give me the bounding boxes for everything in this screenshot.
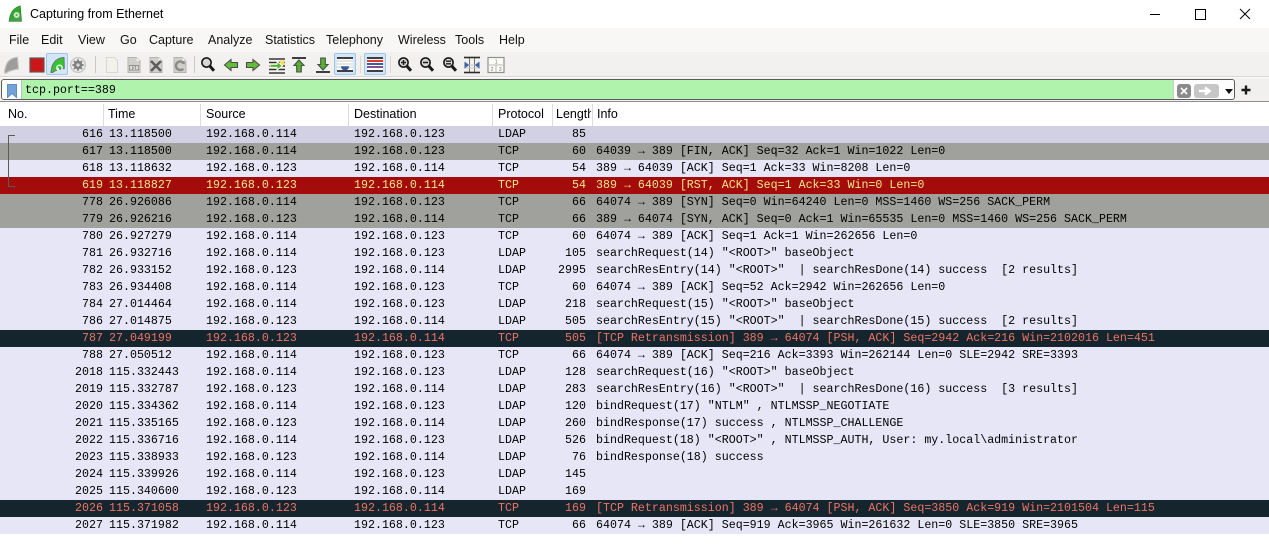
svg-text:1: 1 <box>495 59 498 65</box>
svg-text:010: 010 <box>129 65 138 71</box>
svg-text:2: 2 <box>490 67 493 73</box>
svg-text:3: 3 <box>499 67 502 73</box>
